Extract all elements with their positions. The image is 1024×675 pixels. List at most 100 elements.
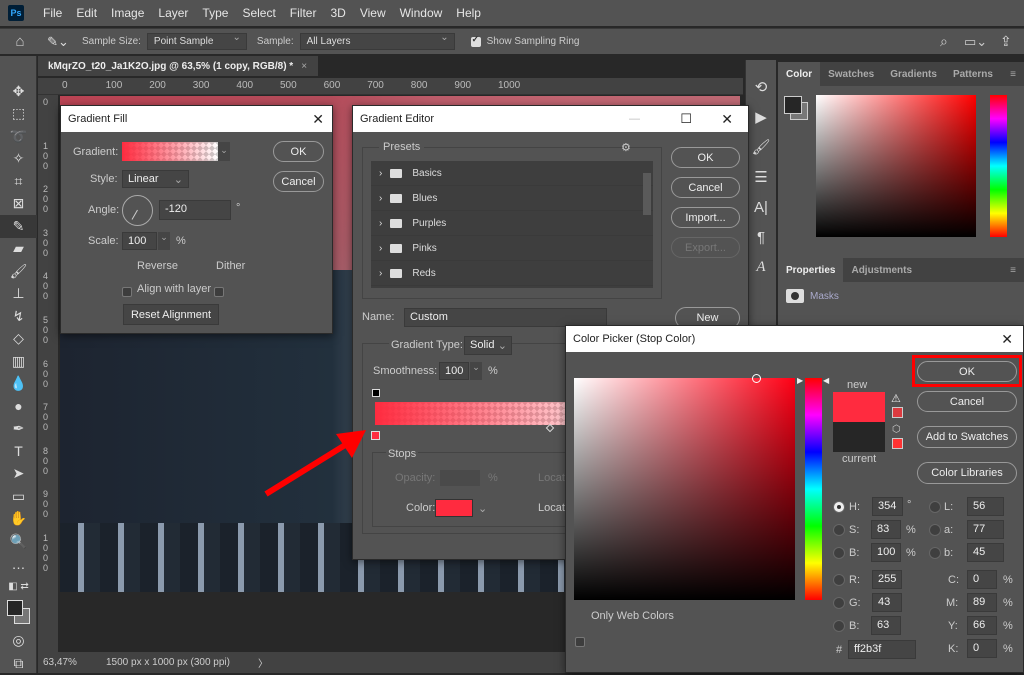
saturation-radio[interactable]	[833, 524, 845, 536]
hue-slider[interactable]	[990, 95, 1007, 237]
current-color-swatch[interactable]	[833, 422, 885, 452]
cancel-button[interactable]: Cancel	[917, 391, 1017, 412]
hue-slider-left-arrow-icon[interactable]: ▶	[797, 376, 803, 385]
gradient-dropdown-icon[interactable]: ⌄	[218, 142, 230, 161]
menu-view[interactable]: View	[353, 6, 393, 20]
hue-slider[interactable]	[805, 378, 822, 600]
status-menu-chevron-icon[interactable]: 〉	[258, 655, 268, 670]
ok-button[interactable]: OK	[917, 361, 1017, 382]
presets-scrollbar[interactable]	[643, 173, 651, 215]
zoom-level[interactable]: 63,47%	[38, 657, 88, 668]
quick-mask-icon[interactable]: ◎	[0, 630, 37, 653]
opacity-stop-icon[interactable]	[372, 389, 380, 397]
angle-dial[interactable]	[122, 195, 153, 226]
lab-b-radio[interactable]	[929, 547, 941, 559]
hex-input[interactable]: ff2b3f	[848, 640, 916, 659]
saturation-brightness-field[interactable]	[574, 374, 795, 600]
brushes-icon[interactable]: 🖌	[746, 132, 776, 162]
lasso-tool-icon[interactable]: ➰	[0, 125, 37, 148]
paragraph-icon[interactable]: ¶	[746, 222, 776, 252]
green-radio[interactable]	[833, 597, 845, 609]
crop-tool-icon[interactable]: ⌗	[0, 170, 37, 193]
smoothness-dropdown-icon[interactable]: ⌄	[470, 362, 482, 380]
eraser-tool-icon[interactable]: ◇	[0, 328, 37, 351]
lab-a-input[interactable]: 77	[967, 520, 1004, 539]
minimize-icon[interactable]: —	[629, 113, 640, 125]
magic-wand-tool-icon[interactable]: ✧	[0, 148, 37, 171]
tab-color[interactable]: Color	[778, 62, 821, 86]
add-to-swatches-button[interactable]: Add to Swatches	[917, 426, 1017, 448]
hue-radio[interactable]	[833, 501, 845, 513]
gradient-preview[interactable]	[122, 142, 218, 161]
pen-tool-icon[interactable]: ✒	[0, 418, 37, 441]
angle-input[interactable]: -120	[159, 200, 231, 220]
reverse-checkbox[interactable]	[122, 287, 132, 297]
red-input[interactable]: 255	[872, 570, 902, 589]
foreground-swatch[interactable]	[784, 96, 802, 114]
panel-menu-icon[interactable]: ≡	[1002, 62, 1024, 86]
healing-brush-tool-icon[interactable]: ▰	[0, 238, 37, 261]
sample-size-select[interactable]: Point Sample	[146, 32, 247, 50]
marquee-tool-icon[interactable]: ⬚	[0, 103, 37, 126]
blue-radio[interactable]	[833, 620, 845, 632]
dodge-tool-icon[interactable]: ●	[0, 395, 37, 418]
document-tab[interactable]: kMqrZO_t20_Ja1K2O.jpg @ 63,5% (1 copy, R…	[38, 56, 318, 76]
preset-folder-reds[interactable]: › Reds	[371, 261, 653, 286]
blur-tool-icon[interactable]: 💧	[0, 373, 37, 396]
import-button[interactable]: Import...	[671, 207, 740, 228]
menu-layer[interactable]: Layer	[151, 6, 195, 20]
foreground-background-color-icon[interactable]	[0, 598, 36, 630]
color-picker-cursor-icon[interactable]	[752, 374, 761, 383]
tab-properties[interactable]: Properties	[778, 258, 844, 282]
color-stop-icon[interactable]	[371, 431, 380, 440]
properties-menu-icon[interactable]: ≡	[1002, 258, 1024, 282]
stop-color-swatch[interactable]	[435, 499, 473, 517]
ok-button[interactable]: OK	[273, 141, 324, 162]
green-input[interactable]: 43	[872, 593, 902, 612]
preset-folder-blues[interactable]: › Blues	[371, 186, 653, 211]
gamut-color-swatch[interactable]	[892, 407, 903, 418]
preset-folder-purples[interactable]: › Purples	[371, 211, 653, 236]
color-dropdown-icon[interactable]: ⌄	[478, 502, 487, 515]
rectangle-tool-icon[interactable]: ▭	[0, 485, 37, 508]
maximize-icon[interactable]: ☐	[680, 111, 692, 127]
smoothness-input[interactable]: 100	[439, 362, 469, 380]
tab-adjustments[interactable]: Adjustments	[843, 258, 920, 282]
type-tool-icon[interactable]: T	[0, 440, 37, 463]
hue-slider-right-arrow-icon[interactable]: ◀	[823, 376, 829, 385]
menu-type[interactable]: Type	[195, 6, 235, 20]
clone-stamp-tool-icon[interactable]: ⊥	[0, 283, 37, 306]
sample-select[interactable]: All Layers	[299, 32, 455, 50]
preset-folder-basics[interactable]: › Basics	[371, 161, 653, 186]
eyedropper-tool-icon[interactable]: ✎	[0, 215, 37, 238]
close-document-icon[interactable]: ×	[301, 61, 307, 72]
search-icon[interactable]: ⌕	[940, 33, 964, 50]
frame-tool-icon[interactable]: ⊠	[0, 193, 37, 216]
magenta-input[interactable]: 89	[967, 593, 997, 612]
cancel-button[interactable]: Cancel	[273, 171, 324, 192]
home-icon[interactable]: ⌂	[0, 33, 40, 50]
tab-gradients[interactable]: Gradients	[882, 62, 945, 86]
web-safe-color-swatch[interactable]	[892, 438, 903, 449]
menu-edit[interactable]: Edit	[69, 6, 104, 20]
reset-alignment-button[interactable]: Reset Alignment	[123, 304, 219, 325]
menu-3d[interactable]: 3D	[323, 6, 352, 20]
glyphs-icon[interactable]: A	[746, 252, 776, 282]
only-web-colors-checkbox[interactable]	[575, 637, 585, 647]
zoom-tool-icon[interactable]: 🔍	[0, 530, 37, 553]
lab-l-input[interactable]: 56	[967, 497, 1004, 516]
lab-a-radio[interactable]	[929, 524, 941, 536]
menu-image[interactable]: Image	[104, 6, 151, 20]
adjustments-sliders-icon[interactable]: ☰	[746, 162, 776, 192]
saturation-input[interactable]: 83	[871, 520, 901, 539]
color-field[interactable]	[816, 95, 976, 237]
scale-dropdown-icon[interactable]: ⌄	[158, 232, 170, 250]
export-button[interactable]: Export...	[671, 237, 740, 258]
history-icon[interactable]: ⟲	[746, 72, 776, 102]
brightness-input[interactable]: 100	[871, 543, 901, 562]
lab-l-radio[interactable]	[929, 501, 941, 513]
preset-folder-pinks[interactable]: › Pinks	[371, 236, 653, 261]
gradient-bar[interactable]	[375, 402, 570, 425]
close-icon[interactable]: ✕	[1001, 331, 1013, 348]
move-tool-icon[interactable]: ✥	[0, 80, 37, 103]
